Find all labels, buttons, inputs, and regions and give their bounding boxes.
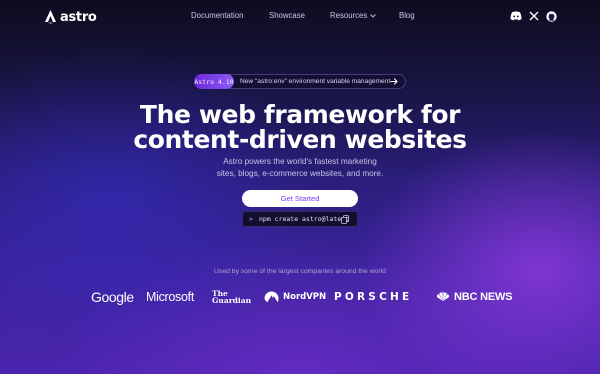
hero-headline-line2: content-driven websites [133, 125, 467, 154]
github-icon[interactable] [545, 10, 557, 22]
guardian-logo: The Guardian [212, 288, 252, 306]
announcement-banner[interactable]: Astro 4.10 New "astro:env" environment v… [194, 74, 406, 89]
install-command-text: npm create astro@latest [259, 215, 350, 223]
hero-headline-line1: The web framework for [139, 100, 461, 129]
install-command-box[interactable]: > npm create astro@latest [242, 211, 358, 227]
discord-icon[interactable] [510, 10, 522, 22]
top-nav: astro Documentation Showcase Resources B… [0, 0, 600, 34]
nbc-news-logo: NBC NEWS [436, 289, 512, 305]
arrow-right-icon [390, 78, 398, 85]
x-icon[interactable] [528, 10, 540, 22]
porsche-logo: PORSCHE [334, 291, 413, 303]
astro-logo[interactable]: astro [45, 9, 97, 25]
announcement-text: New "astro:env" environment variable man… [240, 78, 391, 85]
customers-caption: Used by some of the largest companies ar… [214, 268, 386, 275]
nordvpn-logo-text: NordVPN [283, 292, 327, 302]
guardian-logo-line2: Guardian [212, 296, 252, 305]
astro-logo-icon [45, 10, 56, 24]
logo-text: astro [60, 9, 97, 25]
copy-icon[interactable] [341, 215, 349, 224]
nbc-peacock-icon [436, 292, 450, 301]
nav-link-resources-label: Resources [330, 11, 368, 20]
nav-link-blog[interactable]: Blog [399, 11, 415, 20]
get-started-button[interactable]: Get Started [242, 190, 358, 207]
nav-link-showcase[interactable]: Showcase [269, 11, 305, 20]
hero-subtitle-line2: sites, blogs, e-commerce websites, and m… [216, 169, 384, 178]
command-prompt-symbol: > [249, 215, 253, 223]
nordvpn-mountain-icon [264, 291, 279, 303]
google-logo: Google [91, 289, 134, 305]
nordvpn-logo: NordVPN [264, 289, 326, 305]
nbc-news-logo-text: NBC NEWS [454, 291, 513, 303]
chevron-down-icon [370, 13, 377, 18]
nav-link-documentation[interactable]: Documentation [191, 11, 243, 20]
version-badge: Astro 4.10 [194, 74, 234, 89]
nav-link-resources[interactable]: Resources [330, 11, 377, 20]
microsoft-logo: Microsoft [146, 290, 195, 304]
